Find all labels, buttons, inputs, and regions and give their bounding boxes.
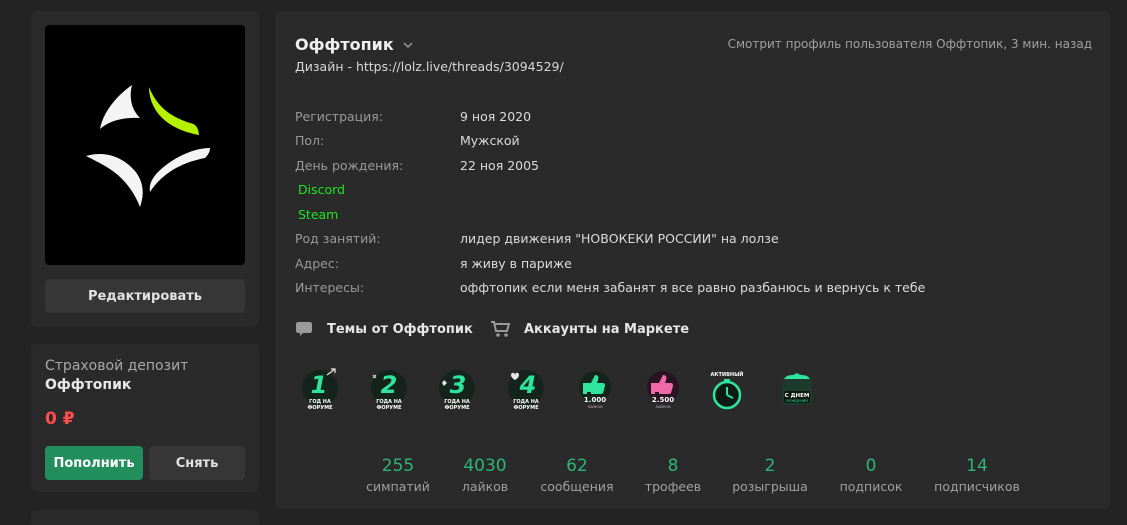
likes-2500-trophy-icon[interactable]: 2.500 ЛАЙКОВ (638, 365, 688, 415)
stat-giveaways[interactable]: 2 розыгрыша (715, 456, 825, 494)
edit-profile-button[interactable]: Редактировать (45, 279, 245, 313)
year-2-trophy-icon[interactable]: 2 ГОДА НА ФОРУМЕ (364, 365, 414, 415)
year-1-trophy-icon[interactable]: 1 ГОД НА ФОРУМЕ (295, 365, 345, 415)
deposit-username: Оффтопик (45, 377, 132, 393)
deposit-card: Страховой депозит Оффтопик 0 ₽ Пополнить… (31, 344, 259, 492)
steam-link[interactable]: Steam (298, 207, 338, 222)
year-3-trophy-icon[interactable]: 3 ГОДА НА ФОРУМЕ (432, 365, 482, 415)
svg-text:ФОРУМЕ: ФОРУМЕ (513, 405, 539, 411)
cart-icon (491, 321, 511, 337)
info-value: 22 ноя 2005 (460, 158, 540, 173)
svg-text:4: 4 (519, 371, 537, 399)
svg-text:1: 1 (311, 371, 328, 399)
info-label: Пол: (295, 133, 325, 148)
market-link-label: Аккаунты на Маркете (524, 321, 690, 337)
svg-text:ФОРУМЕ: ФОРУМЕ (376, 405, 402, 411)
info-label: Род занятий: (295, 231, 381, 246)
username-row[interactable]: Оффтопик (295, 35, 414, 54)
info-value: 9 ноя 2020 (460, 109, 532, 124)
sidebar-card-partial (31, 510, 259, 525)
info-value: я живу в париже (460, 256, 572, 271)
threads-link-label: Темы от Оффтопик (327, 321, 473, 337)
svg-text:ФОРУМЕ: ФОРУМЕ (444, 405, 470, 411)
stat-value: 2 (764, 456, 776, 476)
info-label: День рождения: (295, 158, 404, 173)
svg-text:ЛАЙКОВ: ЛАЙКОВ (587, 404, 603, 409)
info-row-registration: Регистрация: 9 ноя 2020 (295, 109, 1085, 129)
active-stopwatch-trophy-icon[interactable]: АКТИВНЫЙ (702, 365, 752, 415)
stat-value: 62 (566, 456, 588, 476)
profile-panel: Оффтопик Смотрит профиль пользователя Оф… (275, 11, 1110, 509)
info-value: оффтопик если меня забанят я все равно р… (460, 280, 926, 295)
info-row-discord: Discord (295, 182, 1085, 202)
threads-link[interactable]: Темы от Оффтопик (295, 320, 473, 338)
stat-value: 0 (865, 456, 877, 476)
stat-value: 14 (966, 456, 988, 476)
info-row-occupation: Род занятий: лидер движения "НОВОКЕКИ РО… (295, 231, 1085, 251)
avatar-card: Редактировать (31, 11, 259, 327)
svg-text:РОЖДЕНИЯ: РОЖДЕНИЯ (786, 399, 808, 403)
svg-text:АКТИВНЫЙ: АКТИВНЫЙ (711, 370, 744, 378)
profile-username: Оффтопик (295, 35, 394, 54)
stat-label: сообщения (540, 479, 614, 494)
stat-trophies[interactable]: 8 трофеев (618, 456, 728, 494)
withdraw-button[interactable]: Снять (149, 446, 245, 480)
likes-1000-trophy-icon[interactable]: 1.000 ЛАЙКОВ (570, 365, 620, 415)
user-status-text: Дизайн - https://lolz.live/threads/30945… (295, 59, 564, 74)
svg-text:2.500: 2.500 (652, 396, 674, 404)
avatar[interactable] (45, 25, 245, 265)
info-value: Мужской (460, 133, 520, 148)
stat-label: трофеев (644, 479, 702, 494)
svg-text:3: 3 (450, 371, 467, 399)
svg-text:2: 2 (381, 371, 398, 399)
last-seen-status: Смотрит профиль пользователя Оффтопик, 3… (727, 37, 1092, 51)
market-link[interactable]: Аккаунты на Маркете (490, 320, 689, 338)
info-row-interests: Интересы: оффтопик если меня забанят я в… (295, 280, 1085, 300)
stat-label: подписок (839, 479, 903, 494)
year-4-trophy-icon[interactable]: 4 ГОДА НА ФОРУМЕ (501, 365, 551, 415)
chevron-down-icon[interactable] (402, 39, 414, 51)
info-label: Интересы: (295, 280, 365, 295)
info-row-gender: Пол: Мужской (295, 133, 1085, 153)
svg-text:ЛАЙКОВ: ЛАЙКОВ (655, 404, 671, 409)
info-label: Адрес: (295, 256, 339, 271)
svg-text:ФОРУМЕ: ФОРУМЕ (307, 405, 333, 411)
birthday-cake-trophy-icon[interactable]: С ДНЕМ РОЖДЕНИЯ (772, 365, 822, 415)
stat-messages[interactable]: 62 сообщения (522, 456, 632, 494)
svg-text:1.000: 1.000 (584, 396, 606, 404)
info-row-birthday: День рождения: 22 ноя 2005 (295, 158, 1085, 178)
info-label: Регистрация: (295, 109, 384, 124)
stat-followers[interactable]: 14 подписчиков (922, 456, 1032, 494)
info-value: лидер движения "НОВОКЕКИ РОССИИ" на лолз… (460, 231, 779, 246)
stat-value: 8 (667, 456, 679, 476)
discord-link[interactable]: Discord (298, 182, 345, 197)
deposit-amount: 0 ₽ (45, 409, 75, 429)
avatar-logo-icon (86, 85, 210, 207)
info-row-steam: Steam (295, 207, 1085, 227)
deposit-title: Страховой депозит (45, 358, 189, 374)
stat-following[interactable]: 0 подписок (816, 456, 926, 494)
stat-label: подписчиков (934, 479, 1020, 494)
comment-icon (296, 322, 312, 336)
topup-button[interactable]: Пополнить (45, 446, 143, 480)
stat-label: розыгрыша (732, 479, 808, 494)
info-row-address: Адрес: я живу в париже (295, 256, 1085, 276)
